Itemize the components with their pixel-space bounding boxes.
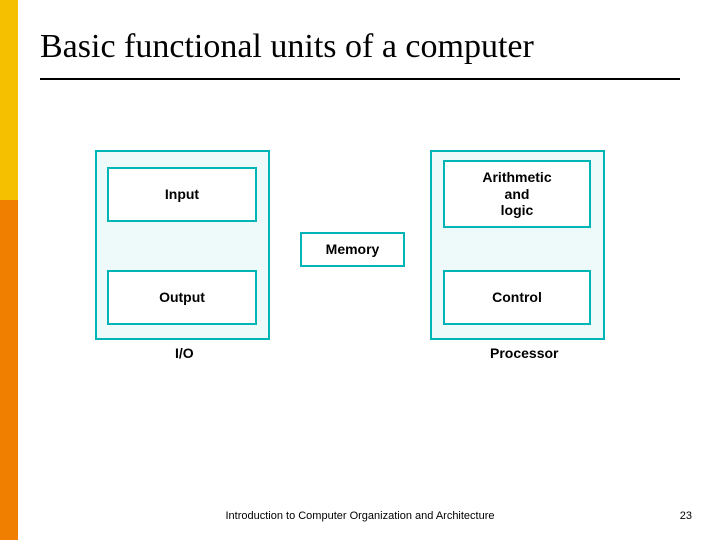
footer-text: Introduction to Computer Organization an… xyxy=(0,510,720,522)
alu-box: Arithmetic and logic xyxy=(443,160,591,228)
output-label: Output xyxy=(159,289,205,306)
processor-group-label: Processor xyxy=(490,345,558,361)
control-label: Control xyxy=(492,289,542,306)
memory-label: Memory xyxy=(326,241,380,258)
input-box: Input xyxy=(107,167,257,222)
io-group-label: I/O xyxy=(175,345,194,361)
alu-label: Arithmetic and logic xyxy=(482,169,551,219)
output-box: Output xyxy=(107,270,257,325)
control-box: Control xyxy=(443,270,591,325)
page-number: 23 xyxy=(680,510,692,522)
memory-box: Memory xyxy=(300,232,405,267)
input-label: Input xyxy=(165,186,199,203)
diagram: Input Output I/O Arithmetic and logic Co… xyxy=(0,0,720,540)
